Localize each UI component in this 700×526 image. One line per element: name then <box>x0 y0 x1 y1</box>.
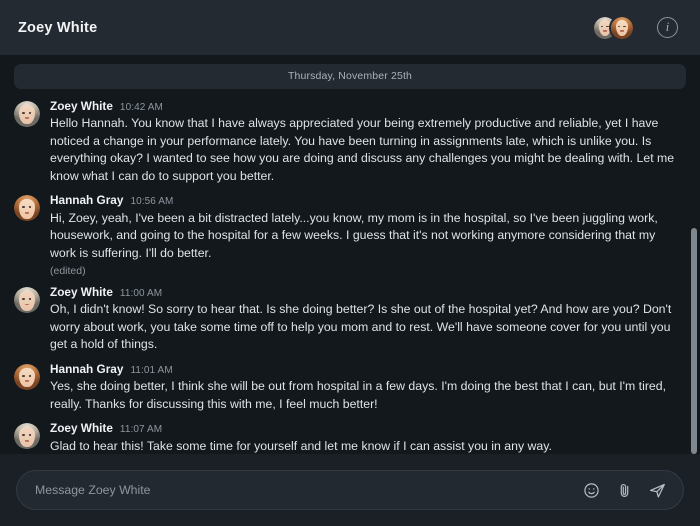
message-author[interactable]: Hannah Gray <box>50 362 123 377</box>
message-row: Zoey White 10:42 AM Hello Hannah. You know… <box>0 93 700 187</box>
avatar-hannah[interactable] <box>609 14 635 41</box>
message-meta: Hannah Gray 10:56 AM <box>50 193 684 208</box>
avatar-hannah[interactable] <box>14 363 40 390</box>
message-composer[interactable] <box>16 470 684 510</box>
message-input[interactable] <box>35 483 572 497</box>
page-title: Zoey White <box>18 19 98 36</box>
message-text: Hello Hannah. You know that I have alway… <box>50 116 675 183</box>
scrollbar-thumb[interactable] <box>691 228 697 454</box>
info-icon[interactable]: i <box>657 17 678 38</box>
message-edited-tag: (edited) <box>50 265 86 278</box>
message-body: Zoey White 10:42 AM Hello Hannah. You know… <box>50 99 684 185</box>
message-text: Glad to hear this! Take some time for yo… <box>50 438 552 453</box>
message-body: Zoey White 11:00 AM Oh, I didn't know! So … <box>50 285 684 354</box>
message-timestamp: 11:07 AM <box>119 424 163 436</box>
message-timestamp: 10:42 AM <box>119 102 163 113</box>
message-author[interactable]: Zoey White <box>50 285 113 300</box>
message-row: Hannah Gray 10:56 AM Hi, Zoey, yeah, I've … <box>0 187 700 279</box>
message-body: Zoey White 11:07 AM Glad to hear this! Tak… <box>50 421 684 454</box>
header-actions: i <box>592 14 678 41</box>
messages-container: Zoey White 10:42 AM Hello Hannah. You know… <box>0 93 700 454</box>
composer-bar <box>0 454 700 526</box>
avatar-hannah[interactable] <box>14 195 40 222</box>
message-author[interactable]: Zoey White <box>50 421 113 436</box>
message-list[interactable]: Thursday, November 25th Zoey White 10:42 … <box>0 55 700 454</box>
message-text: Yes, she doing better, I think she will … <box>50 379 667 411</box>
send-icon[interactable] <box>648 481 667 500</box>
message-timestamp: 10:56 AM <box>130 196 174 208</box>
avatar-zoey[interactable] <box>14 101 40 127</box>
participants-avatars[interactable] <box>592 14 635 41</box>
info-glyph: i <box>665 20 670 35</box>
message-text: Hi, Zoey, yeah, I've been a bit distract… <box>50 210 658 260</box>
emoji-icon[interactable] <box>582 481 601 500</box>
message-meta: Zoey White 11:07 AM <box>50 421 684 436</box>
message-meta: Hannah Gray 11:01 AM <box>50 362 684 377</box>
message-row: Zoey White 11:07 AM Glad to hear this! Tak… <box>0 415 700 454</box>
message-body: Hannah Gray 10:56 AM Hi, Zoey, yeah, I've … <box>50 193 684 277</box>
message-timestamp: 11:01 AM <box>130 364 173 376</box>
message-author[interactable]: Zoey White <box>50 99 113 114</box>
message-text: Oh, I didn't know! So sorry to hear that… <box>50 302 672 352</box>
paperclip-icon[interactable] <box>615 481 634 500</box>
avatar-zoey[interactable] <box>14 423 40 450</box>
message-body: Hannah Gray 11:01 AM Yes, she doing better… <box>50 362 684 413</box>
message-meta: Zoey White 11:00 AM <box>50 285 684 300</box>
date-divider-wrap: Thursday, November 25th <box>0 55 700 93</box>
avatar-zoey[interactable] <box>14 287 40 314</box>
message-timestamp: 11:00 AM <box>119 288 163 300</box>
date-divider: Thursday, November 25th <box>14 64 686 89</box>
chat-header: Zoey White i <box>0 0 700 55</box>
composer-actions <box>582 481 667 500</box>
message-row: Hannah Gray 11:01 AM Yes, she doing better… <box>0 356 700 415</box>
message-row: Zoey White 11:00 AM Oh, I didn't know! So … <box>0 279 700 356</box>
message-meta: Zoey White 10:42 AM <box>50 99 684 114</box>
message-author[interactable]: Hannah Gray <box>50 193 123 208</box>
chat-application: Zoey White i Thursday, November 25th Zoe… <box>0 0 700 526</box>
